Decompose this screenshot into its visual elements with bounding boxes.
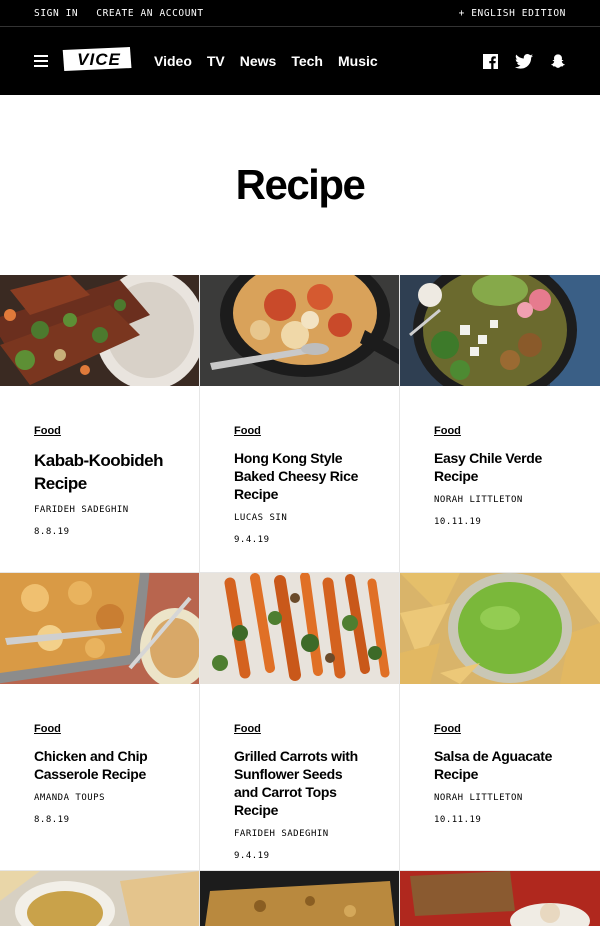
- nav-item-tv[interactable]: TV: [207, 53, 225, 69]
- account-bar: SIGN IN CREATE AN ACCOUNT + ENGLISH EDIT…: [0, 0, 600, 27]
- author-name[interactable]: AMANDA TOUPS: [34, 793, 165, 803]
- recipe-title[interactable]: Salsa de Aguacate Recipe: [434, 747, 566, 783]
- recipe-grid-row-3: [0, 871, 600, 926]
- recipe-card[interactable]: [0, 871, 200, 926]
- recipe-card[interactable]: Food Salsa de Aguacate Recipe NORAH LITT…: [400, 573, 600, 871]
- recipe-title[interactable]: Chicken and Chip Casserole Recipe: [34, 747, 165, 783]
- recipe-image-casserole[interactable]: [0, 573, 199, 684]
- recipe-image[interactable]: [0, 871, 199, 926]
- card-body: Food Grilled Carrots with Sunflower Seed…: [200, 684, 399, 861]
- author-name[interactable]: FARIDEH SADEGHIN: [34, 505, 165, 515]
- recipe-image-salsa[interactable]: [400, 573, 600, 684]
- recipe-card[interactable]: Food Chicken and Chip Casserole Recipe A…: [0, 573, 200, 871]
- card-body: Food Salsa de Aguacate Recipe NORAH LITT…: [400, 684, 600, 825]
- recipe-title[interactable]: Kabab-Koobideh Recipe: [34, 449, 165, 495]
- card-body: Food Hong Kong Style Baked Cheesy Rice R…: [200, 386, 399, 545]
- publish-date: 9.4.19: [234, 851, 270, 861]
- edition-selector[interactable]: + ENGLISH EDITION: [459, 8, 566, 19]
- category-link[interactable]: Food: [234, 425, 261, 437]
- recipe-title[interactable]: Grilled Carrots with Sunflower Seeds and…: [234, 747, 365, 819]
- recipe-image-carrots[interactable]: [200, 573, 399, 684]
- category-link[interactable]: Food: [234, 723, 261, 735]
- recipe-image[interactable]: [400, 871, 600, 926]
- nav-item-music[interactable]: Music: [338, 53, 378, 69]
- recipe-grid: Food Kabab-Koobideh Recipe FARIDEH SADEG…: [0, 275, 600, 871]
- section-nav: Video TV News Tech Music: [154, 53, 378, 69]
- card-body: Food Easy Chile Verde Recipe NORAH LITTL…: [400, 386, 600, 527]
- facebook-icon[interactable]: [483, 53, 498, 69]
- category-link[interactable]: Food: [434, 723, 461, 735]
- publish-date: 8.8.19: [34, 815, 70, 825]
- author-name[interactable]: FARIDEH SADEGHIN: [234, 829, 365, 839]
- account-links: SIGN IN CREATE AN ACCOUNT: [34, 8, 204, 19]
- recipe-image[interactable]: [200, 871, 399, 926]
- author-name[interactable]: LUCAS SIN: [234, 513, 365, 523]
- main-navigation: VICE Video TV News Tech Music: [0, 27, 600, 95]
- publish-date: 8.8.19: [34, 527, 70, 537]
- publish-date: 9.4.19: [234, 535, 270, 545]
- recipe-card[interactable]: Food Easy Chile Verde Recipe NORAH LITTL…: [400, 275, 600, 573]
- vice-logo[interactable]: VICE: [60, 46, 136, 77]
- category-link[interactable]: Food: [34, 425, 61, 437]
- recipe-card[interactable]: [400, 871, 600, 926]
- page-header: Recipe: [0, 95, 600, 275]
- author-name[interactable]: NORAH LITTLETON: [434, 793, 566, 803]
- svg-text:VICE: VICE: [77, 50, 121, 69]
- sign-in-link[interactable]: SIGN IN: [34, 8, 78, 19]
- nav-item-video[interactable]: Video: [154, 53, 192, 69]
- recipe-card[interactable]: Food Kabab-Koobideh Recipe FARIDEH SADEG…: [0, 275, 200, 573]
- card-body: Food Kabab-Koobideh Recipe FARIDEH SADEG…: [0, 386, 199, 537]
- author-name[interactable]: NORAH LITTLETON: [434, 495, 566, 505]
- snapchat-icon[interactable]: [550, 53, 566, 69]
- hamburger-menu-icon[interactable]: [34, 55, 48, 67]
- publish-date: 10.11.19: [434, 517, 482, 527]
- nav-item-tech[interactable]: Tech: [291, 53, 323, 69]
- recipe-card[interactable]: Food Grilled Carrots with Sunflower Seed…: [200, 573, 400, 871]
- publish-date: 10.11.19: [434, 815, 482, 825]
- card-body: Food Chicken and Chip Casserole Recipe A…: [0, 684, 199, 825]
- recipe-title[interactable]: Hong Kong Style Baked Cheesy Rice Recipe: [234, 449, 365, 503]
- page-title: Recipe: [235, 161, 366, 208]
- recipe-image-baked-rice[interactable]: [200, 275, 399, 386]
- recipe-image-chile-verde[interactable]: [400, 275, 600, 386]
- create-account-link[interactable]: CREATE AN ACCOUNT: [96, 8, 203, 19]
- recipe-image-kabab[interactable]: [0, 275, 199, 386]
- nav-item-news[interactable]: News: [240, 53, 277, 69]
- category-link[interactable]: Food: [434, 425, 461, 437]
- recipe-card[interactable]: [200, 871, 400, 926]
- recipe-card[interactable]: Food Hong Kong Style Baked Cheesy Rice R…: [200, 275, 400, 573]
- category-link[interactable]: Food: [34, 723, 61, 735]
- recipe-title[interactable]: Easy Chile Verde Recipe: [434, 449, 566, 485]
- twitter-icon[interactable]: [515, 53, 533, 69]
- social-links: [483, 53, 566, 69]
